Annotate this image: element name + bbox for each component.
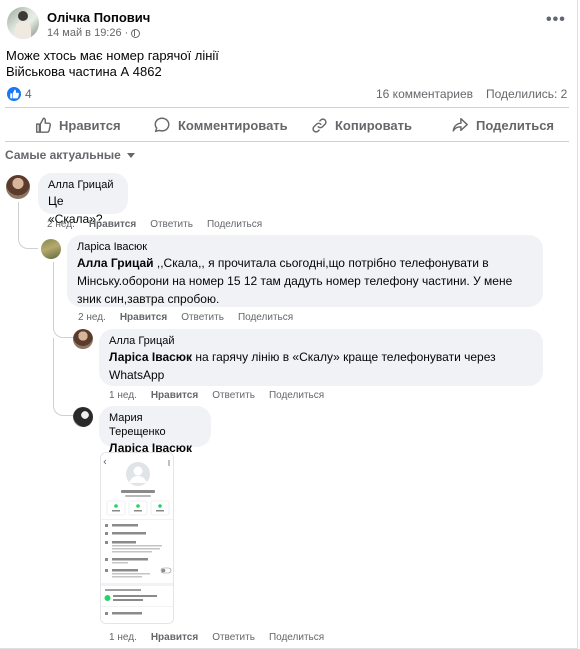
like-button[interactable]: Нравится [34,114,121,136]
comment-text: зник син,завтра спробою. [77,292,220,306]
like-label: Нравится [59,117,121,133]
comment-time[interactable]: 2 нед. [78,312,106,323]
commenter-avatar[interactable] [6,175,30,199]
comment-text: Ларіса Івасюк на гарячу лінію в «Скалу» … [109,350,496,364]
mention[interactable]: Ларіса Івасюк [109,350,192,364]
post-line: Військова частина А 4862 [6,64,162,79]
divider [5,141,569,142]
comment-like-button[interactable]: Нравится [89,219,136,230]
comment-time[interactable]: 2 нед. [47,219,75,230]
comment-actions: 1 нед. Нравится Ответить Поделиться [109,632,324,643]
comment-text: WhatsApp [109,368,165,382]
comment-text: Мінську.оборони на номер 15 12 там дадут… [77,274,513,288]
comment-time[interactable]: 1 нед. [109,632,137,643]
comment-share-button[interactable]: Поделиться [269,632,324,643]
commenter-name[interactable]: Ларіса Івасюк [77,240,533,254]
commenter-avatar[interactable] [73,407,93,427]
comment-reply-button[interactable]: Ответить [150,219,193,230]
post-card: Олічка Попович 14 май в 19:26 · ••• Може… [0,0,578,649]
attachment-image[interactable] [100,452,174,624]
comment-actions: 1 нед. Нравится Ответить Поделиться [109,390,324,401]
comment-button[interactable]: Комментировать [153,114,288,136]
share-label: Поделиться [476,117,555,133]
commenter-name[interactable]: Алла Грицай [48,178,118,192]
thread-connector [18,232,38,249]
comment-icon [154,117,170,133]
commenter-name[interactable]: Алла Грицай [109,334,533,348]
mention[interactable]: Алла Грицай [77,256,154,270]
author-avatar[interactable] [7,7,39,39]
post-date[interactable]: 14 май в 19:26 · [47,27,128,39]
comment-time[interactable]: 1 нед. [109,390,137,401]
more-options-icon[interactable]: ••• [546,12,566,28]
thread-line [53,338,54,400]
post-body: Може хтось має номер гарячої лінії Війсь… [6,48,219,80]
share-button[interactable]: Поделиться [451,114,554,136]
commenter-avatar[interactable] [41,239,61,259]
comment-bubble: Алла Грицай Це «Скала»? [38,173,128,226]
thread-line [53,262,54,322]
whatsapp-contact-screenshot [101,453,173,623]
comment-label: Комментировать [178,117,288,133]
post-line: Може хтось має номер гарячої лінії [6,48,219,63]
comment-sort-dropdown[interactable]: Самые актуальные [5,148,135,162]
comment-like-button[interactable]: Нравится [151,632,198,643]
comment-actions: 2 нед. Нравится Ответить Поделиться [47,219,262,230]
comment-text: Алла Грицай ,,Скала,, я прочитала сьогод… [77,256,489,270]
comment-share-button[interactable]: Поделиться [238,312,293,323]
comment-reply-button[interactable]: Ответить [212,632,255,643]
comment-reply-button[interactable]: Ответить [212,390,255,401]
comment-like-button[interactable]: Нравится [151,390,198,401]
reaction-count[interactable]: 4 [25,87,32,101]
comment-like-button[interactable]: Нравится [120,312,167,323]
chevron-down-icon [126,152,135,158]
comments-count[interactable]: 16 комментариев [376,87,473,101]
commenter-name[interactable]: Мария Терещенко [109,411,201,439]
commenter-avatar[interactable] [73,329,93,349]
post-author[interactable]: Олічка Попович [47,10,150,25]
globe-icon [131,28,141,38]
comment-bubble: Мария Терещенко Ларіса Івасюк [99,406,211,455]
share-icon [452,117,468,132]
copy-label: Копировать [335,117,413,133]
sort-label: Самые актуальные [5,148,121,162]
thumbs-up-icon [35,117,52,133]
comment-share-button[interactable]: Поделиться [207,219,262,230]
comment-actions: 2 нед. Нравится Ответить Поделиться [78,312,293,323]
thread-connector [53,322,73,338]
link-icon [312,117,327,133]
thread-connector [53,400,73,416]
comment-bubble: Ларіса Івасюк Алла Грицай ,,Скала,, я пр… [67,235,543,307]
post-meta: 14 май в 19:26 · [47,27,141,39]
shares-count[interactable]: Поделились: 2 [486,87,567,101]
like-reaction-icon[interactable] [7,87,21,101]
comment-reply-button[interactable]: Ответить [181,312,224,323]
comment-bubble: Алла Грицай Ларіса Івасюк на гарячу ліні… [99,329,543,386]
comment-share-button[interactable]: Поделиться [269,390,324,401]
divider [5,107,569,108]
copy-button[interactable]: Копировать [311,114,412,136]
